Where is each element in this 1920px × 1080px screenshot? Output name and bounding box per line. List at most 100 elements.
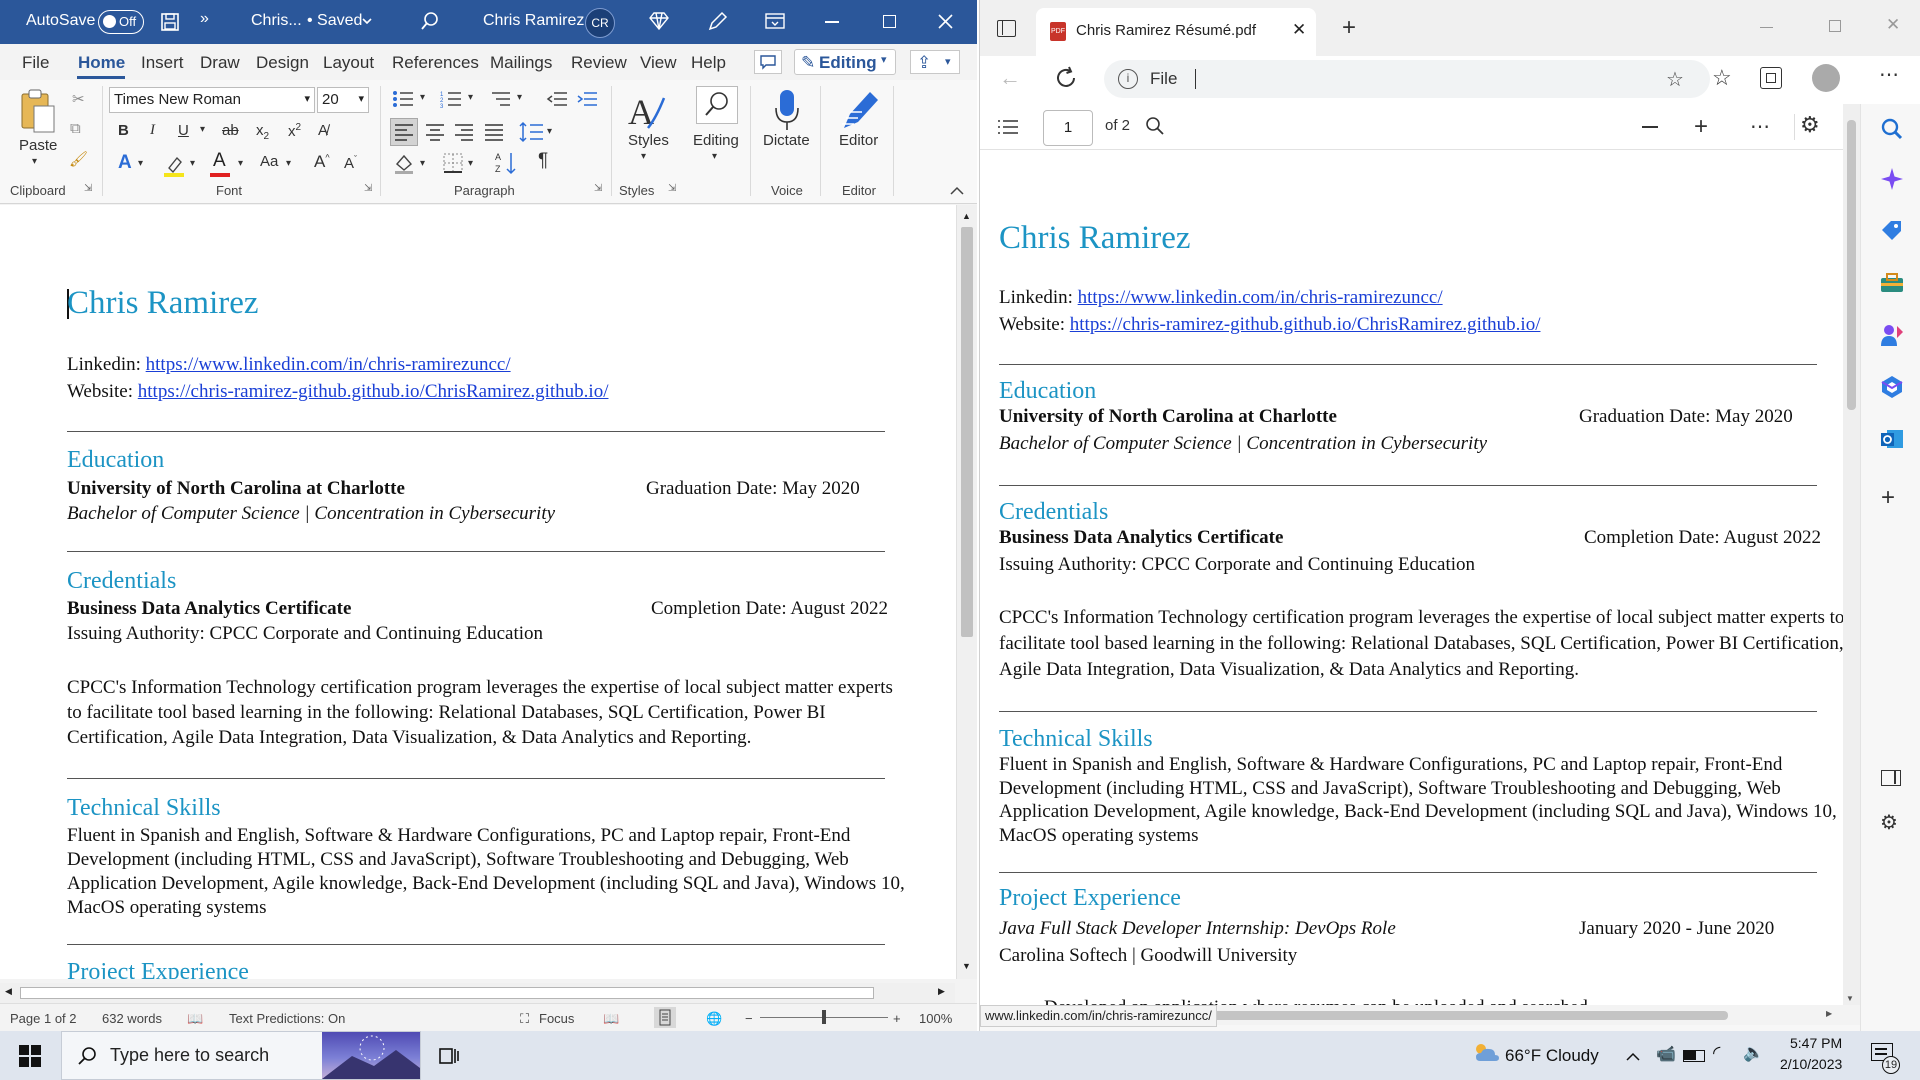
align-left-button[interactable] (390, 118, 418, 146)
zoom-out-icon[interactable]: − (745, 1011, 753, 1026)
align-center-button[interactable] (422, 119, 448, 145)
shading-icon[interactable] (393, 152, 415, 174)
weather-icon[interactable] (1472, 1041, 1500, 1065)
decrease-indent-icon[interactable] (546, 90, 568, 108)
print-layout-icon[interactable] (654, 1007, 676, 1028)
proofing-icon[interactable]: 📖 (187, 1011, 203, 1027)
focus-icon[interactable]: ⛶ (520, 1011, 529, 1027)
close-button[interactable] (938, 14, 953, 29)
underline-button[interactable]: U (178, 122, 189, 139)
paste-button-label[interactable]: Paste (19, 137, 57, 154)
back-icon[interactable]: ← (999, 65, 1021, 91)
tab-file[interactable]: File (22, 53, 49, 73)
contents-icon[interactable] (998, 119, 1018, 135)
tab-review[interactable]: Review (571, 53, 627, 73)
hide-sidebar-icon[interactable] (1881, 770, 1901, 786)
search-icon[interactable] (1145, 116, 1165, 136)
grow-font-icon[interactable]: A^ (314, 152, 330, 172)
borders-icon[interactable] (442, 152, 464, 174)
outlook-icon[interactable] (1879, 426, 1905, 452)
format-painter-icon[interactable]: 🖌 (69, 150, 88, 168)
settings-icon[interactable]: ⚙ (1800, 112, 1820, 138)
zoom-slider-thumb[interactable] (822, 1010, 826, 1024)
add-favorite-icon[interactable]: ☆ (1666, 67, 1684, 92)
align-right-button[interactable] (451, 119, 477, 145)
horizontal-scrollbar[interactable]: ◀ ▶ (0, 983, 955, 1003)
windows-start-icon[interactable] (19, 1045, 41, 1067)
pdf-scroll-thumb[interactable] (1847, 120, 1856, 410)
document-area[interactable]: Chris Ramirez Linkedin: https://www.link… (0, 205, 977, 979)
profile-avatar[interactable] (1812, 64, 1840, 92)
shopping-icon[interactable] (1879, 218, 1905, 244)
chevron-down-icon[interactable] (362, 18, 372, 24)
italic-button[interactable]: I (150, 122, 155, 139)
pdf-hscroll-thumb[interactable] (1210, 1011, 1728, 1020)
line-spacing-icon[interactable] (519, 120, 545, 144)
show-formatting-marks-icon[interactable]: ¶ (538, 150, 548, 172)
editor-button-label[interactable]: Editor (839, 132, 878, 149)
clear-formatting-icon[interactable]: A̸ (318, 122, 328, 139)
strikethrough-button[interactable]: ab (222, 122, 239, 139)
tab-references[interactable]: References (392, 53, 479, 73)
font-launcher-icon[interactable]: ⇲ (364, 183, 372, 194)
tab-actions-icon[interactable] (997, 20, 1016, 37)
text-predictions[interactable]: Text Predictions: On (229, 1011, 345, 1026)
copy-icon[interactable]: ⧉ (70, 120, 81, 137)
tab-close-icon[interactable]: ✕ (1292, 20, 1306, 40)
pdf-website-link[interactable]: https://chris-ramirez-github.github.io/C… (1070, 314, 1541, 335)
editing-mode-button[interactable]: ✎ Editing ▾ (794, 49, 896, 75)
comments-button[interactable] (754, 50, 782, 74)
clock-date[interactable]: 2/10/2023 (1780, 1056, 1842, 1072)
more-options-icon[interactable]: ⋯ (1879, 62, 1899, 87)
pdf-linkedin-link[interactable]: https://www.linkedin.com/in/chris-ramire… (1078, 287, 1443, 308)
highlight-icon[interactable] (163, 154, 185, 178)
scroll-thumb[interactable] (961, 227, 973, 637)
styles-button-label[interactable]: Styles (628, 132, 669, 149)
share-button[interactable]: ⇪ ▾ (910, 50, 960, 74)
task-view-icon[interactable] (438, 1045, 460, 1067)
volume-icon[interactable]: 🔈 (1743, 1043, 1764, 1063)
weather-text[interactable]: 66°F Cloudy (1505, 1046, 1599, 1066)
scroll-down-icon[interactable]: ▼ (1846, 994, 1854, 1003)
focus-label[interactable]: Focus (539, 1011, 574, 1026)
read-mode-icon[interactable]: 📖 (603, 1011, 619, 1027)
avatar[interactable]: CR (585, 8, 615, 38)
chevron-up-icon[interactable] (1626, 1052, 1640, 1061)
zoom-in-icon[interactable]: + (1694, 113, 1708, 141)
word-count[interactable]: 632 words (102, 1011, 162, 1026)
taskbar-search-box[interactable]: Type here to search (61, 1031, 421, 1080)
wifi-icon[interactable]: ◜ (1713, 1042, 1720, 1065)
favorites-icon[interactable]: ☆ (1712, 65, 1732, 91)
refresh-icon[interactable] (1054, 66, 1078, 90)
tab-help[interactable]: Help (691, 53, 726, 73)
autosave-toggle[interactable]: Off (98, 10, 144, 34)
subscript-button[interactable]: x2 (256, 122, 269, 142)
justify-button[interactable] (481, 119, 507, 145)
search-icon[interactable] (1879, 116, 1905, 142)
meet-now-icon[interactable]: 📹 (1656, 1044, 1676, 1064)
change-case-icon[interactable]: Aa (260, 153, 278, 170)
quick-access-more-icon[interactable]: » (200, 10, 209, 28)
linkedin-link[interactable]: https://www.linkedin.com/in/chris-ramire… (146, 354, 511, 375)
paragraph-launcher-icon[interactable]: ⇲ (594, 183, 602, 194)
numbering-icon[interactable]: 123 (440, 90, 462, 108)
collections-icon[interactable] (1760, 67, 1782, 89)
minimize-button[interactable] (1760, 27, 1773, 28)
shrink-font-icon[interactable]: Aˇ (344, 154, 357, 172)
user-name[interactable]: Chris Ramirez (483, 12, 584, 30)
tab-insert[interactable]: Insert (141, 53, 184, 73)
info-icon[interactable]: i (1118, 69, 1138, 89)
minimize-button[interactable] (825, 21, 839, 23)
close-button[interactable]: ✕ (1886, 15, 1900, 35)
games-icon[interactable] (1879, 322, 1905, 348)
maximize-button[interactable] (883, 15, 896, 28)
document-title[interactable]: Chris... (251, 12, 302, 30)
address-bar[interactable]: i File ☆ (1104, 60, 1710, 98)
clipboard-launcher-icon[interactable]: ⇲ (84, 183, 92, 194)
horizontal-scroll-thumb[interactable] (20, 987, 874, 999)
battery-icon[interactable] (1683, 1050, 1705, 1062)
editor-icon[interactable] (838, 88, 882, 132)
copilot-icon[interactable] (1879, 166, 1905, 192)
new-tab-button[interactable]: + (1342, 14, 1356, 42)
scroll-left-icon[interactable]: ◀ (5, 986, 12, 997)
